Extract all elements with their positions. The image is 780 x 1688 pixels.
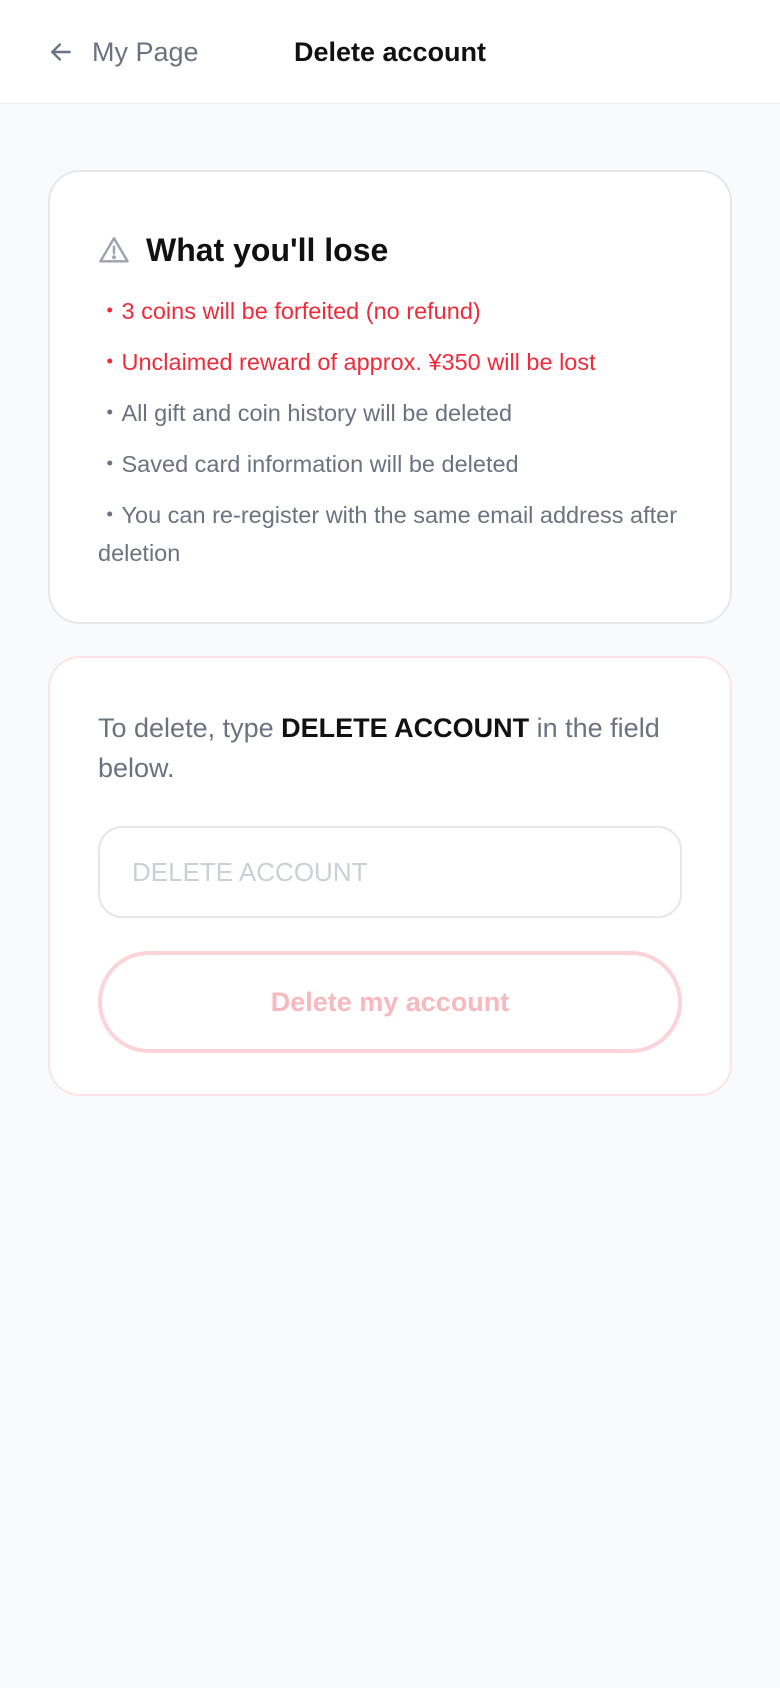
what-you-lose-card: What you'll lose ・3 coins will be forfei… xyxy=(48,170,732,624)
loss-item-history: ・All gift and coin history will be delet… xyxy=(98,400,513,426)
confirm-text-input[interactable] xyxy=(98,826,682,918)
delete-account-button[interactable]: Delete my account xyxy=(98,951,682,1053)
delete-confirm-card: To delete, type DELETE ACCOUNT in the fi… xyxy=(48,656,732,1096)
top-bar: My Page Delete account xyxy=(0,0,780,104)
what-you-lose-title: What you'll lose xyxy=(146,231,389,268)
loss-item-reregister: ・You can re-register with the same email… xyxy=(98,502,678,566)
loss-item-card-info: ・Saved card information will be deleted xyxy=(98,451,519,477)
delete-instruction: To delete, type DELETE ACCOUNT in the fi… xyxy=(98,708,682,788)
instruction-keyword: DELETE ACCOUNT xyxy=(281,713,530,743)
what-you-lose-header: What you'll lose xyxy=(98,228,682,272)
instruction-before: To delete, type xyxy=(98,713,282,743)
loss-item-coins: ・3 coins will be forfeited (no refund) xyxy=(98,298,481,324)
page-title: Delete account xyxy=(293,37,487,67)
warning-triangle-icon xyxy=(98,234,130,266)
loss-list: ・3 coins will be forfeited (no refund) ・… xyxy=(98,292,682,572)
loss-item-reward: ・Unclaimed reward of approx. ¥350 will b… xyxy=(98,349,596,375)
